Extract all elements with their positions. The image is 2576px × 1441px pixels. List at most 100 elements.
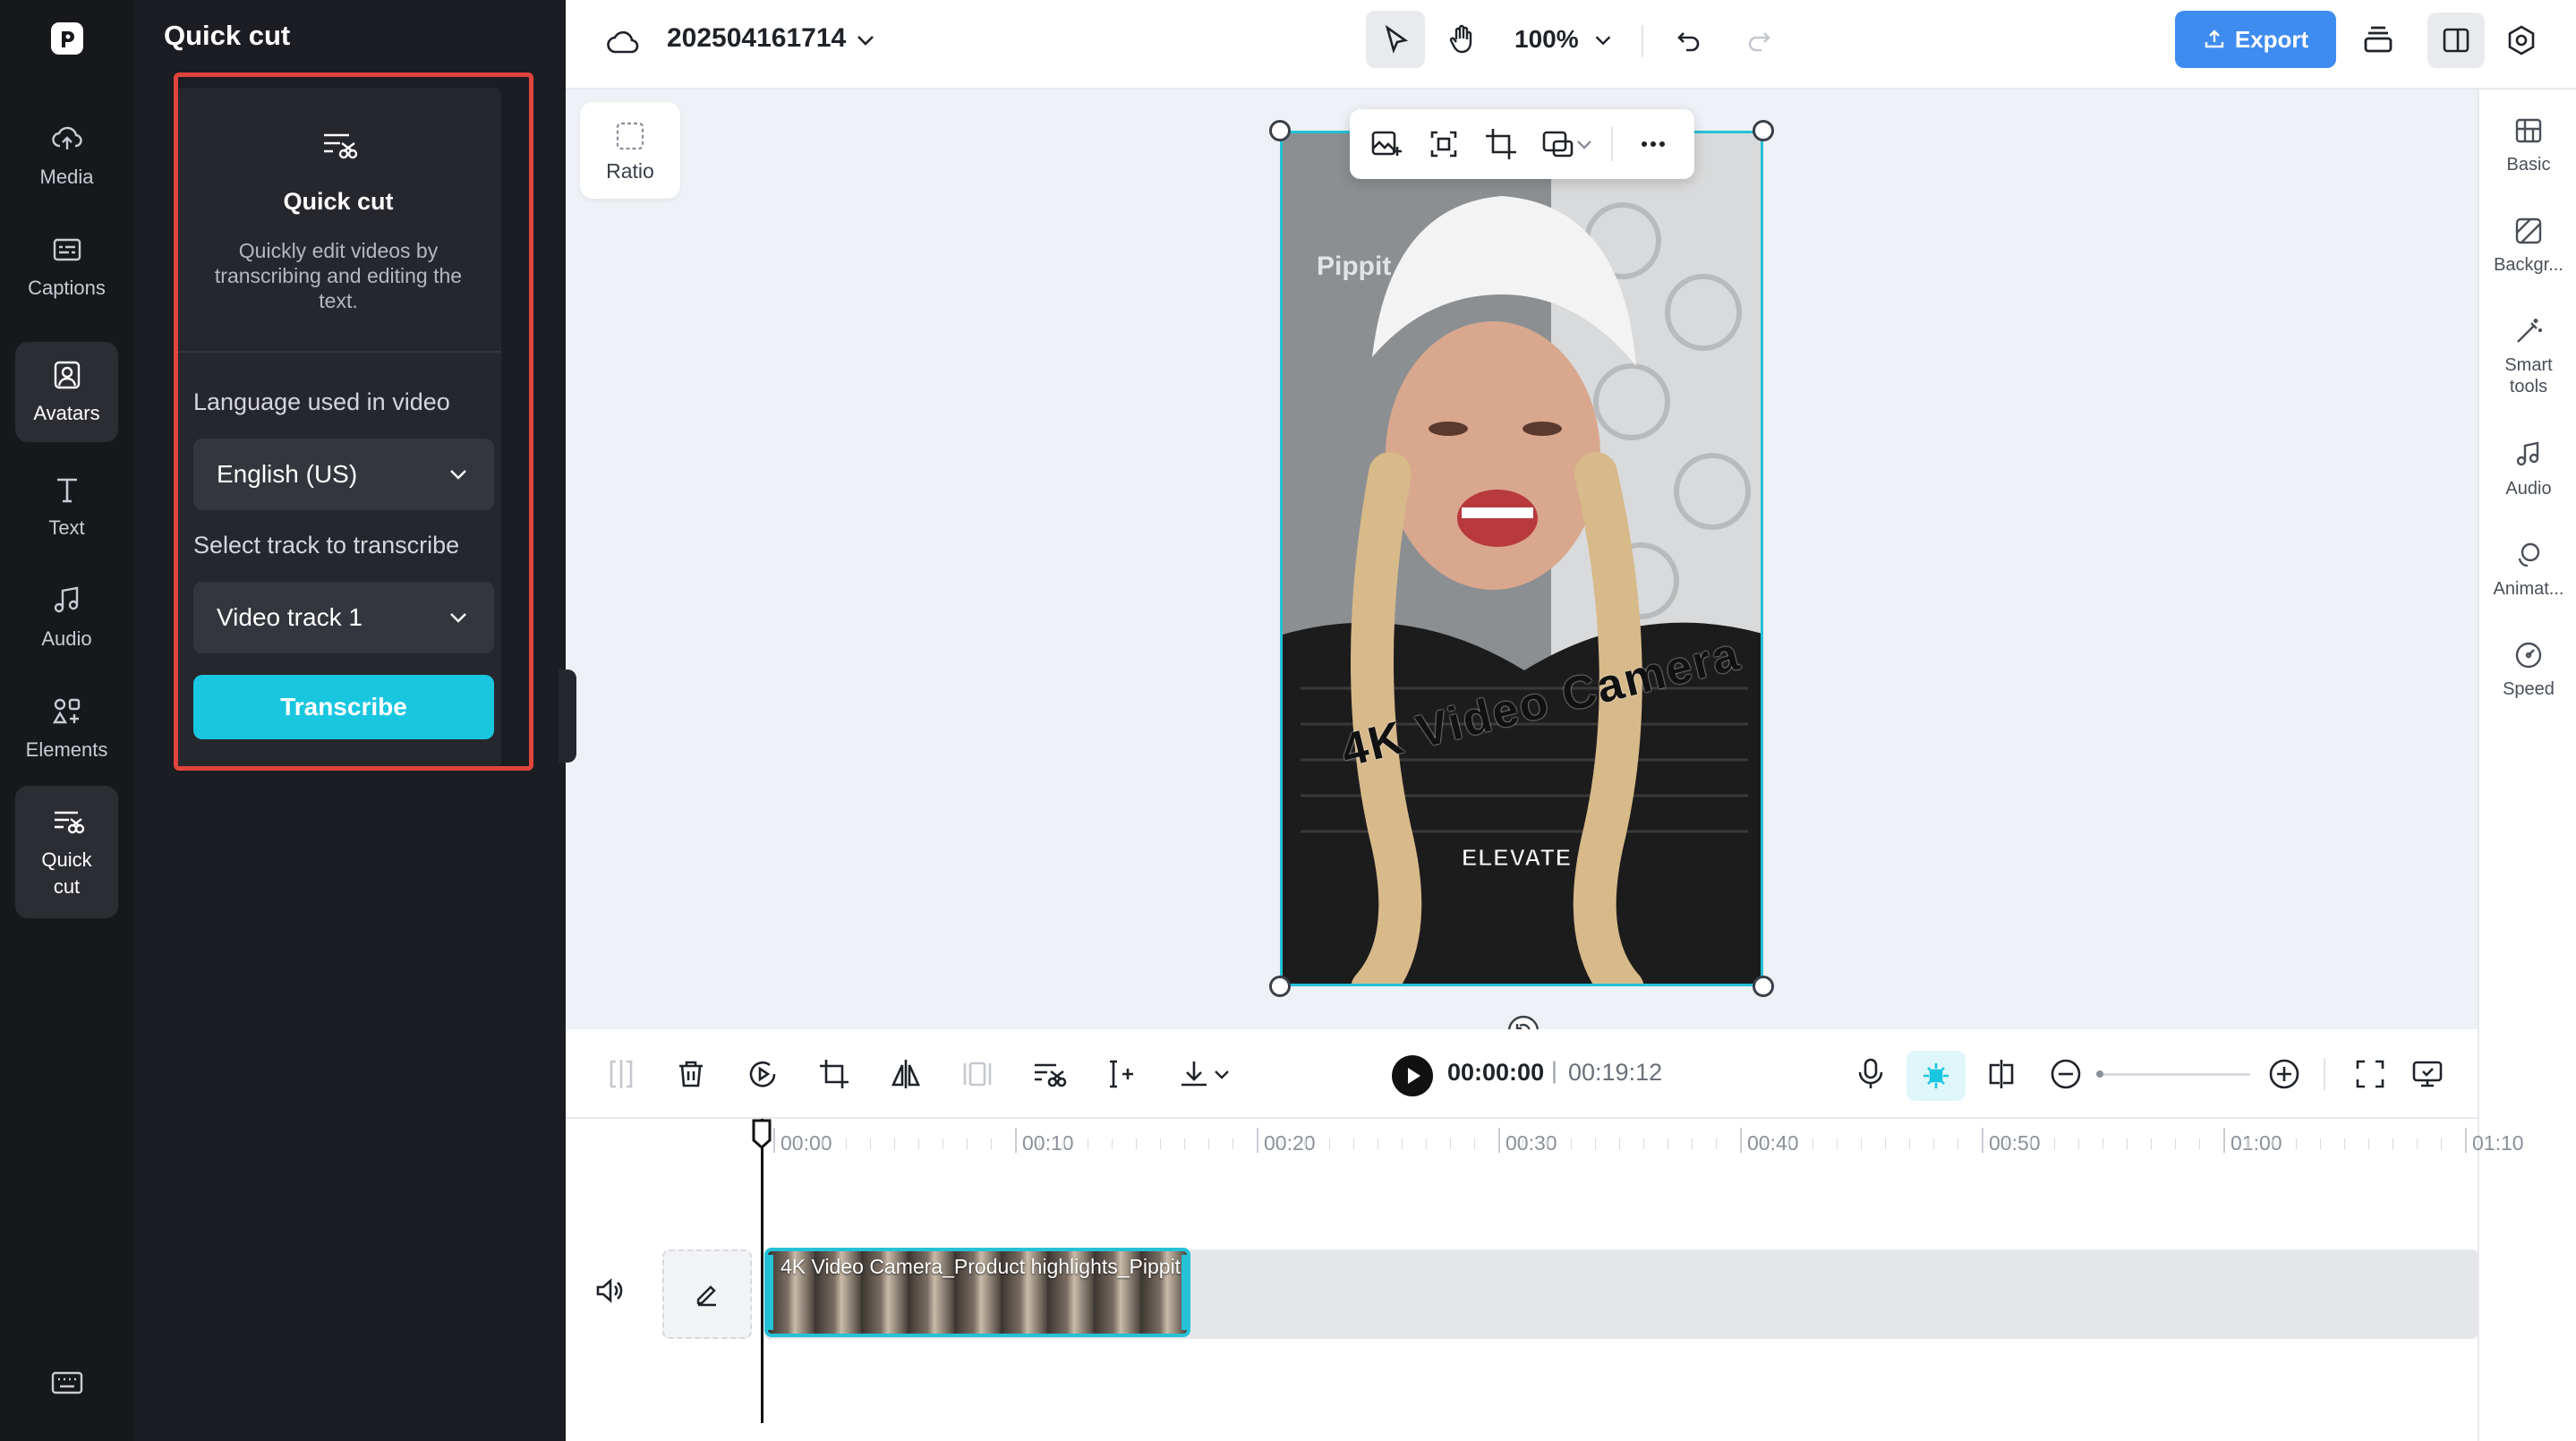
- chevron-down-icon[interactable]: [850, 25, 881, 55]
- download-icon[interactable]: [1176, 1056, 1212, 1092]
- chevron-down-icon[interactable]: [1588, 25, 1618, 55]
- auto-snap-button[interactable]: [1906, 1051, 1966, 1101]
- layers-button[interactable]: [2356, 18, 2401, 63]
- overlay-icon[interactable]: [1540, 125, 1577, 163]
- track-cover-button[interactable]: [662, 1249, 752, 1339]
- video-preview[interactable]: Pippit 4K Video Camera ELEVATE: [1280, 131, 1763, 986]
- hand-tool-button[interactable]: [1436, 13, 1489, 66]
- language-select[interactable]: English (US): [193, 439, 494, 510]
- ruler-minor-tick: [846, 1138, 847, 1149]
- quick-cut-card: Quick cut Quickly edit videos by transcr…: [175, 88, 501, 768]
- microphone-icon[interactable]: [1853, 1056, 1889, 1092]
- ruler-minor-tick: [1933, 1138, 1934, 1149]
- rr-item-label: Backgr...: [2494, 255, 2563, 275]
- ruler-minor-tick: [991, 1138, 992, 1149]
- export-button[interactable]: Export: [2175, 11, 2336, 68]
- ruler-minor-tick: [967, 1138, 968, 1149]
- rail-item-avatars[interactable]: Avatars: [15, 342, 118, 442]
- ruler-minor-tick: [822, 1138, 823, 1149]
- undo-button[interactable]: [1668, 20, 1710, 61]
- quick-cut-icon[interactable]: [1031, 1056, 1067, 1092]
- trash-icon[interactable]: [673, 1056, 709, 1092]
- crop-icon[interactable]: [816, 1056, 852, 1092]
- zoom-level[interactable]: 100%: [1514, 25, 1579, 54]
- clip-trim-handle-right[interactable]: [1181, 1255, 1187, 1330]
- zoom-in-icon[interactable]: [2266, 1056, 2302, 1092]
- play-button[interactable]: [1391, 1054, 1434, 1097]
- settings-button[interactable]: [2499, 18, 2544, 63]
- ruler-label: 00:30: [1506, 1131, 1557, 1155]
- ruler-minor-tick: [2199, 1138, 2200, 1149]
- ruler-minor-tick: [1353, 1138, 1354, 1149]
- fullscreen-icon[interactable]: [2352, 1056, 2388, 1092]
- rr-item-animation[interactable]: Animat...: [2479, 539, 2576, 600]
- ruler-minor-tick: [1692, 1138, 1693, 1149]
- track-mute-button[interactable]: [593, 1275, 628, 1310]
- video-clip[interactable]: 4K Video Camera_Product highlights_Pippi…: [764, 1248, 1190, 1337]
- select-tool-button[interactable]: [1366, 11, 1425, 68]
- crop-icon[interactable]: [1482, 125, 1520, 163]
- ratio-button[interactable]: Ratio: [580, 102, 680, 199]
- more-icon[interactable]: [1634, 125, 1672, 163]
- keyboard-shortcuts-icon[interactable]: [50, 1366, 84, 1400]
- top-bar: 202504161714 100% Export: [566, 0, 2576, 90]
- speed-play-icon[interactable]: [745, 1056, 780, 1092]
- replace-image-icon[interactable]: [1368, 125, 1405, 163]
- rr-item-smart-tools[interactable]: Smart tools: [2479, 315, 2576, 397]
- zoom-slider-thumb[interactable]: [2096, 1070, 2103, 1078]
- preview-monitor-icon[interactable]: [2410, 1056, 2445, 1092]
- timeline-ruler[interactable]: 00:00 00:10 00:20 00:30 00:40 00:50 01:00 01:10: [566, 1119, 2524, 1172]
- transcribe-button[interactable]: Transcribe: [193, 675, 494, 739]
- stack-icon: [2364, 26, 2393, 53]
- resize-handle-top-right[interactable]: [1753, 120, 1774, 141]
- resize-handle-bottom-right[interactable]: [1753, 976, 1774, 997]
- ruler-minor-tick: [2054, 1138, 2055, 1149]
- link-split-icon[interactable]: [1983, 1056, 2019, 1092]
- freeze-icon[interactable]: [960, 1056, 995, 1092]
- zoom-slider[interactable]: [2096, 1070, 2250, 1078]
- rr-item-label: Basic: [2506, 155, 2551, 175]
- rail-item-elements[interactable]: Elements: [15, 680, 118, 777]
- ruler-minor-tick: [1329, 1138, 1330, 1149]
- rr-item-background[interactable]: Backgr...: [2479, 215, 2576, 276]
- redo-button[interactable]: [1738, 20, 1779, 61]
- split-at-playhead-icon[interactable]: [1103, 1056, 1139, 1092]
- flip-icon[interactable]: [888, 1056, 924, 1092]
- playhead[interactable]: [761, 1119, 763, 1423]
- ruler-minor-tick: [1885, 1138, 1886, 1149]
- panel-collapse-handle[interactable]: [559, 669, 576, 763]
- playhead-handle[interactable]: [752, 1119, 772, 1149]
- rail-item-text[interactable]: Text: [15, 458, 118, 555]
- resize-handle-top-left[interactable]: [1269, 120, 1291, 141]
- rail-item-media[interactable]: Media: [15, 107, 118, 204]
- chevron-down-icon[interactable]: [1574, 125, 1595, 163]
- fit-frame-icon[interactable]: [1425, 125, 1463, 163]
- panel-toggle-button[interactable]: [2427, 13, 2485, 68]
- ruler-minor-tick: [1112, 1138, 1113, 1149]
- ruler-minor-tick: [2175, 1138, 2176, 1149]
- rr-item-audio[interactable]: Audio: [2479, 439, 2576, 499]
- rail-item-audio[interactable]: Audio: [15, 569, 118, 666]
- rail-item-captions[interactable]: Captions: [15, 218, 118, 315]
- ruler-tick: [1740, 1128, 1742, 1153]
- track-select[interactable]: Video track 1: [193, 582, 494, 653]
- project-name[interactable]: 202504161714: [667, 23, 846, 54]
- rail-item-quick-cut[interactable]: Quick cut: [15, 786, 118, 918]
- resize-handle-bottom-left[interactable]: [1269, 976, 1291, 997]
- rr-item-speed[interactable]: Speed: [2479, 639, 2576, 700]
- animation-icon: [2518, 542, 2540, 567]
- chevron-down-icon[interactable]: [1212, 1056, 1232, 1092]
- ruler-minor-tick: [918, 1138, 919, 1149]
- app-logo[interactable]: [49, 21, 85, 56]
- rr-item-label: Speed: [2503, 679, 2555, 699]
- rr-item-basic[interactable]: Basic: [2479, 115, 2576, 175]
- rail-item-label: Quick cut: [41, 848, 92, 898]
- ruler-minor-tick: [1547, 1138, 1548, 1149]
- split-panel-icon: [2443, 28, 2469, 53]
- zoom-out-icon[interactable]: [2048, 1056, 2084, 1092]
- upload-icon: [2205, 30, 2224, 48]
- snap-icon: [1923, 1063, 1949, 1088]
- clip-trim-handle-left[interactable]: [768, 1255, 773, 1330]
- cloud-save-icon[interactable]: [603, 23, 643, 63]
- split-icon[interactable]: [603, 1056, 639, 1092]
